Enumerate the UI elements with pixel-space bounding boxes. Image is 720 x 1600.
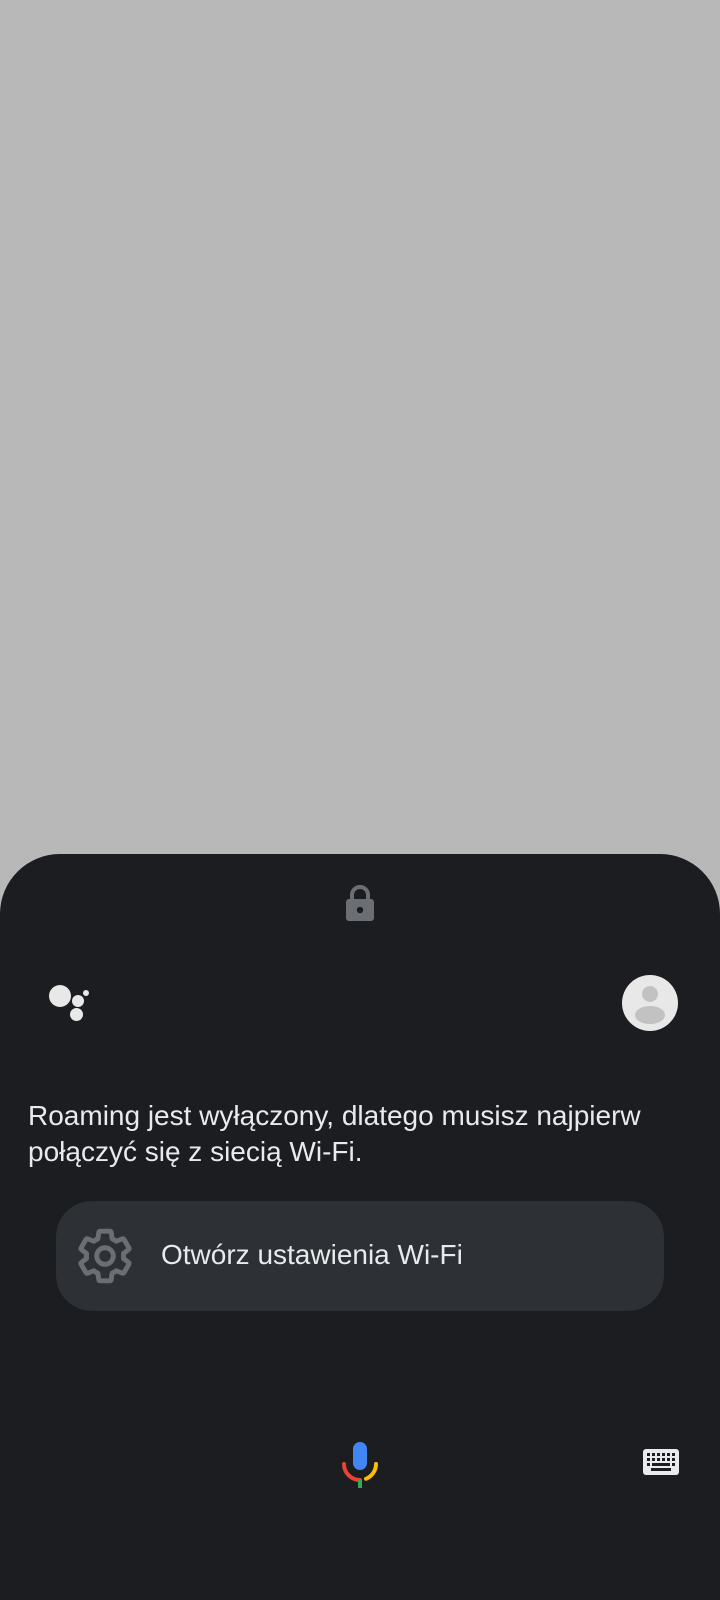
- google-assistant-logo-icon: [49, 985, 89, 1021]
- background-scrim[interactable]: [0, 0, 720, 854]
- gear-icon: [78, 1228, 132, 1284]
- assistant-bottom-sheet: Roaming jest wyłączony, dlatego musisz n…: [0, 854, 720, 1600]
- keyboard-icon[interactable]: [642, 1448, 680, 1478]
- lock-icon: [346, 885, 374, 921]
- account-avatar[interactable]: [622, 975, 678, 1031]
- assistant-response-text: Roaming jest wyłączony, dlatego musisz n…: [28, 1100, 641, 1167]
- open-wifi-settings-button[interactable]: Otwórz ustawienia Wi-Fi: [56, 1201, 664, 1311]
- open-wifi-settings-label: Otwórz ustawienia Wi-Fi: [161, 1239, 463, 1270]
- microphone-icon[interactable]: [341, 1442, 379, 1488]
- person-icon: [635, 986, 665, 1024]
